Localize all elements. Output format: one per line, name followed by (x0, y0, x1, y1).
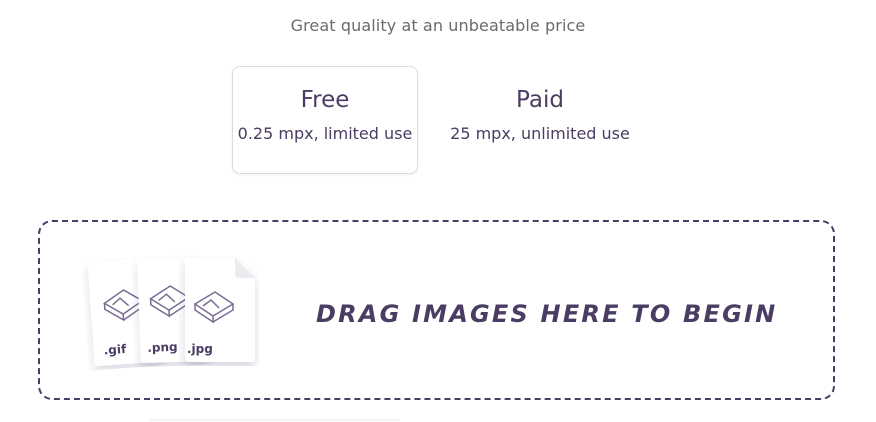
tagline: Great quality at an unbeatable price (290, 16, 586, 35)
plan-selector: Free 0.25 mpx, limited use Paid 25 mpx, … (232, 66, 662, 174)
page: Great quality at an unbeatable price Fre… (0, 0, 876, 422)
file-type-label: .gif (103, 341, 127, 358)
jpg-file-icon: .jpg (179, 256, 257, 362)
plan-description: 0.25 mpx, limited use (237, 124, 413, 143)
image-dropzone[interactable]: .gif .png .jpg DRAG IMAGES HERE TO BEGIN (38, 220, 835, 400)
dropzone-label: DRAG IMAGES HERE TO BEGIN (316, 300, 778, 328)
file-type-label: .png (147, 339, 178, 355)
plan-free-option[interactable]: Free 0.25 mpx, limited use (232, 66, 418, 174)
divider (150, 419, 400, 421)
plan-name: Paid (516, 87, 564, 113)
file-type-label: .jpg (187, 342, 213, 356)
plan-description: 25 mpx, unlimited use (450, 124, 630, 143)
plan-name: Free (300, 87, 350, 113)
plan-paid-option[interactable]: Paid 25 mpx, unlimited use (418, 66, 662, 174)
